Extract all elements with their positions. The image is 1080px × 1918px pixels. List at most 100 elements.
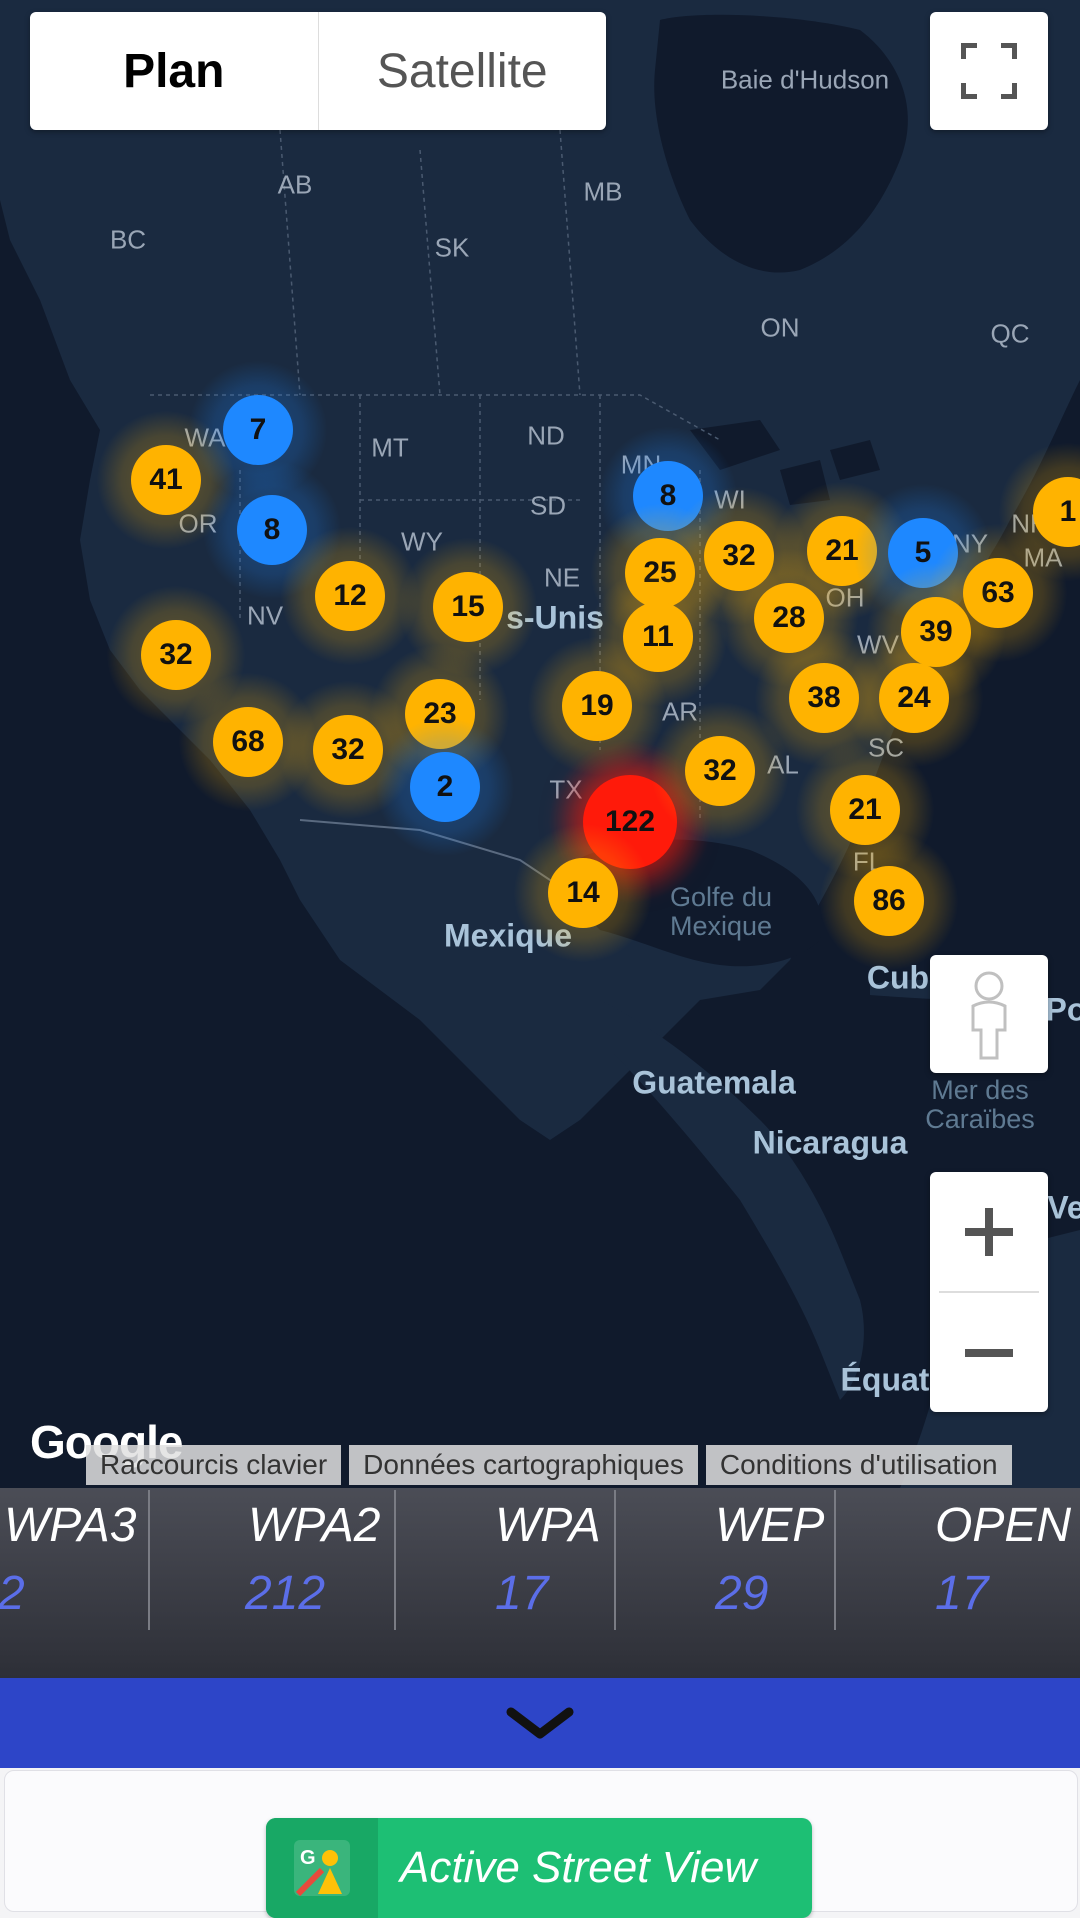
map-label-ma: MA xyxy=(1023,542,1063,573)
stat-wpa3[interactable]: WPA3 2 xyxy=(0,1488,150,1628)
cluster-marker[interactable]: 86 xyxy=(854,866,924,936)
map-label-nd: ND xyxy=(527,420,565,451)
cluster-marker[interactable]: 11 xyxy=(623,602,693,672)
map-label-on: ON xyxy=(760,312,800,343)
stat-wpa[interactable]: WPA 17 xyxy=(395,1488,615,1628)
map-label-oh: OH xyxy=(825,582,865,613)
cluster-marker[interactable]: 63 xyxy=(963,558,1033,628)
cluster-marker[interactable]: 32 xyxy=(704,521,774,591)
fullscreen-button[interactable] xyxy=(930,12,1048,130)
cluster-marker[interactable]: 19 xyxy=(562,671,632,741)
map-label-guatemala: Guatemala xyxy=(632,1064,796,1101)
cluster-marker[interactable]: 32 xyxy=(141,620,211,690)
active-street-view-button[interactable]: G Active Street View xyxy=(266,1818,812,1918)
cluster-marker[interactable]: 68 xyxy=(213,707,283,777)
map-label-bc: BC xyxy=(109,224,147,255)
stat-label: OPEN xyxy=(935,1499,1072,1552)
stat-count: 2 xyxy=(0,1567,25,1620)
minus-icon xyxy=(965,1348,1013,1357)
map-label-nv: NV xyxy=(246,600,284,631)
map-attribution: Raccourcis clavier Données cartographiqu… xyxy=(86,1445,1020,1485)
stat-label: WEP xyxy=(715,1499,825,1552)
map-type-plan-button[interactable]: Plan xyxy=(30,12,318,130)
map-terrain xyxy=(0,0,1080,1488)
cluster-marker[interactable]: 5 xyxy=(888,518,958,588)
map-label-puerto: Po xyxy=(1045,991,1080,1028)
fullscreen-icon xyxy=(961,43,1017,99)
map-label-sc: SC xyxy=(867,732,905,763)
cluster-marker[interactable]: 23 xyxy=(405,679,475,749)
map-label-wy: WY xyxy=(401,526,443,557)
cluster-marker[interactable]: 25 xyxy=(625,538,695,608)
collapse-bar-button[interactable] xyxy=(0,1678,1080,1768)
cluster-marker[interactable]: 122 xyxy=(583,775,677,869)
stat-count: 29 xyxy=(715,1567,769,1620)
map-label-ar: AR xyxy=(661,696,699,727)
zoom-in-button[interactable] xyxy=(930,1172,1048,1291)
map-label-wa: WA xyxy=(184,422,226,453)
street-view-label: Active Street View xyxy=(400,1843,757,1892)
map-label-ne: NE xyxy=(543,562,581,593)
map-label-ecuador: Équat xyxy=(840,1361,930,1398)
map-view[interactable]: Baie d'Hudson AB BC SK MB ON QC WA OR MT… xyxy=(0,0,1080,1488)
cluster-marker[interactable]: 38 xyxy=(789,663,859,733)
cluster-marker[interactable]: 32 xyxy=(685,736,755,806)
cluster-marker[interactable]: 39 xyxy=(901,597,971,667)
stat-label: WPA xyxy=(495,1499,601,1552)
cluster-marker[interactable]: 15 xyxy=(433,572,503,642)
map-label-mb: MB xyxy=(583,176,623,207)
stat-count: 212 xyxy=(245,1567,326,1620)
cluster-marker[interactable]: 12 xyxy=(315,561,385,631)
map-label-gulf-of-mexico: Golfe du Mexique xyxy=(669,882,773,941)
stat-wep[interactable]: WEP 29 xyxy=(615,1488,835,1628)
pegman-button[interactable] xyxy=(930,955,1048,1073)
map-data-link[interactable]: Données cartographiques xyxy=(349,1445,698,1485)
map-label-hudson-bay: Baie d'Hudson xyxy=(720,64,890,95)
pegman-icon xyxy=(971,971,1007,1060)
cluster-marker[interactable]: 7 xyxy=(223,395,293,465)
map-label-caribbean-sea: Mer des Caraïbes xyxy=(925,1075,1035,1134)
cluster-marker[interactable]: 24 xyxy=(879,663,949,733)
map-label-wi: WI xyxy=(714,484,746,515)
map-type-control: Plan Satellite xyxy=(30,12,606,130)
security-stats-bar: WPA3 2 WPA2 212 WPA 17 WEP 29 OPEN 17 xyxy=(0,1488,1080,1678)
chevron-down-icon xyxy=(506,1707,574,1739)
map-label-wv: WV xyxy=(857,629,899,660)
cluster-marker[interactable]: 2 xyxy=(410,752,480,822)
zoom-control xyxy=(930,1172,1048,1412)
cluster-marker[interactable]: 8 xyxy=(237,495,307,565)
stat-count: 17 xyxy=(935,1567,989,1620)
map-label-sk: SK xyxy=(434,232,470,263)
stat-divider xyxy=(614,1490,616,1630)
stat-label: WPA3 xyxy=(4,1499,137,1552)
map-label-ab: AB xyxy=(277,169,313,200)
stat-count: 17 xyxy=(495,1567,549,1620)
map-label-al: AL xyxy=(767,749,799,780)
terms-link[interactable]: Conditions d'utilisation xyxy=(705,1445,1012,1485)
stat-open[interactable]: OPEN 17 xyxy=(835,1488,1080,1628)
map-label-united-states: s-Unis xyxy=(506,599,604,636)
map-type-satellite-button[interactable]: Satellite xyxy=(319,12,607,130)
zoom-out-button[interactable] xyxy=(930,1293,1048,1412)
map-label-tx: TX xyxy=(549,774,583,805)
map-label-cuba: Cub xyxy=(866,959,930,996)
map-label-nicaragua: Nicaragua xyxy=(752,1124,908,1161)
cluster-marker[interactable]: 21 xyxy=(807,516,877,586)
map-label-or: OR xyxy=(178,508,218,539)
cluster-marker[interactable]: 8 xyxy=(633,461,703,531)
svg-text:G: G xyxy=(300,1847,316,1869)
cluster-marker[interactable]: 14 xyxy=(548,858,618,928)
cluster-marker[interactable]: 21 xyxy=(830,775,900,845)
map-label-venezuela: Ve xyxy=(1047,1189,1080,1226)
map-label-mexico: Mexique xyxy=(443,917,573,954)
plus-icon xyxy=(965,1207,1013,1256)
map-label-qc: QC xyxy=(990,318,1030,349)
cluster-marker[interactable]: 41 xyxy=(131,445,201,515)
stat-divider xyxy=(148,1490,150,1630)
stat-wpa2[interactable]: WPA2 212 xyxy=(150,1488,395,1628)
map-label-sd: SD xyxy=(529,490,567,521)
keyboard-shortcuts-link[interactable]: Raccourcis clavier xyxy=(86,1445,342,1485)
map-label-mt: MT xyxy=(371,432,409,463)
cluster-marker[interactable]: 28 xyxy=(754,583,824,653)
cluster-marker[interactable]: 32 xyxy=(313,715,383,785)
